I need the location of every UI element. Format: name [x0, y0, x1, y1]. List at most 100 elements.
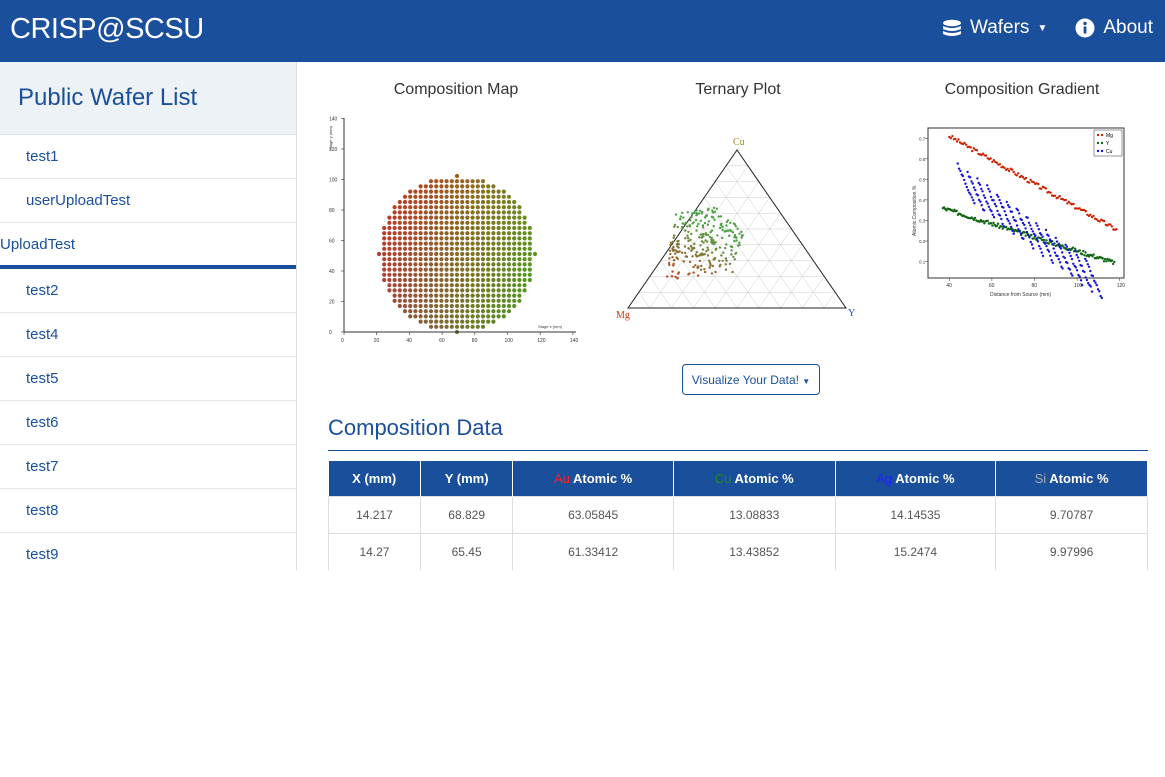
map-point	[454, 236, 460, 241]
cu-series-point	[1047, 250, 1051, 253]
header-cu[interactable]: Cu Atomic %	[673, 461, 836, 497]
cu-series-point	[986, 202, 989, 205]
sidebar-item-test7[interactable]: test7	[0, 445, 296, 489]
map-point	[423, 267, 428, 272]
map-point	[439, 314, 444, 319]
ternary-point	[724, 257, 728, 260]
ternary-point	[692, 271, 695, 274]
header-y[interactable]: Y (mm)	[420, 461, 514, 497]
about-link[interactable]: About	[1075, 17, 1153, 39]
sidebar-item-userUploadTest[interactable]: userUploadTest	[0, 179, 296, 223]
sidebar-item-UploadTest[interactable]: UploadTest	[0, 223, 296, 269]
ternary-point	[712, 225, 715, 228]
map-point	[501, 272, 506, 277]
cu-series-point	[1079, 279, 1083, 282]
sidebar-item-test4[interactable]: test4	[0, 313, 296, 357]
header-si[interactable]: Si Atomic %	[995, 461, 1148, 497]
ternary-point	[689, 219, 692, 222]
map-point	[428, 298, 434, 303]
map-point	[486, 267, 491, 272]
map-point	[491, 189, 496, 194]
map-point	[454, 194, 460, 199]
ternary-point	[702, 241, 705, 244]
map-point	[434, 241, 439, 246]
map-point	[480, 277, 486, 283]
visualize-data-button[interactable]: Visualize Your Data! ▼	[682, 364, 820, 395]
map-point	[408, 283, 413, 288]
map-point	[475, 231, 480, 236]
map-point	[423, 319, 428, 324]
ternary-point	[723, 230, 726, 233]
map-point	[423, 257, 428, 262]
cu-series-point	[1065, 245, 1069, 248]
map-point	[501, 215, 506, 220]
sidebar-item-test6[interactable]: test6	[0, 401, 296, 445]
map-point	[439, 220, 444, 225]
table-row[interactable]: 14.27 65.45 61.33412 13.43852 15.2474 9.…	[328, 533, 1148, 570]
map-point	[449, 262, 454, 267]
map-point	[465, 257, 470, 262]
ternary-point	[729, 221, 732, 225]
header-au[interactable]: Au Atomic %	[512, 461, 674, 497]
cu-series-point	[1026, 233, 1030, 237]
map-point	[460, 298, 465, 303]
map-point	[413, 277, 418, 283]
map-point	[517, 267, 522, 272]
map-point	[480, 283, 486, 288]
header-x[interactable]: X (mm)	[328, 461, 421, 497]
cu-series-point	[1006, 217, 1009, 221]
cu-series-point	[1067, 248, 1070, 252]
map-point	[496, 205, 501, 210]
y-series-point	[1083, 254, 1086, 257]
map-point	[527, 236, 532, 241]
map-point	[418, 241, 423, 246]
wafers-dropdown[interactable]: Wafers ▼	[942, 17, 1047, 39]
map-point	[480, 267, 486, 272]
ternary-point	[711, 209, 714, 212]
map-point	[486, 210, 491, 215]
cu-series-point	[983, 196, 987, 199]
map-point	[506, 262, 512, 267]
map-point	[486, 257, 491, 262]
brand-logo[interactable]: CRISP@SCSU	[10, 13, 204, 46]
map-point	[402, 303, 408, 309]
map-point	[501, 194, 506, 199]
sidebar-item-test8[interactable]: test8	[0, 489, 296, 533]
header-ag[interactable]: Ag Atomic %	[835, 461, 997, 497]
cu-series-point	[1063, 256, 1066, 260]
ternary-point	[733, 235, 736, 239]
cu-series-point	[983, 209, 986, 212]
composition-map-plot: 0 20 40 60 80 100 120 140 020406080100120140 St…	[328, 117, 578, 345]
map-point	[444, 293, 449, 298]
map-point	[480, 298, 486, 303]
table-row[interactable]: 14.217 68.829 63.05845 13.08833 14.14535…	[328, 496, 1148, 534]
map-point	[402, 246, 408, 251]
mg-series-point	[1115, 228, 1118, 231]
cu-series-point	[1029, 224, 1032, 227]
sidebar-item-test9[interactable]: test9	[0, 533, 296, 570]
map-point	[413, 257, 418, 262]
map-point	[418, 246, 423, 251]
map-point	[470, 179, 475, 184]
chevron-down-icon: ▼	[802, 376, 811, 386]
map-point	[460, 309, 465, 314]
map-point	[408, 220, 413, 225]
ternary-point	[706, 246, 709, 249]
cu-series-point	[1040, 251, 1043, 254]
map-point	[486, 220, 491, 225]
cu-series-point	[1084, 276, 1087, 279]
sidebar-item-test1[interactable]: test1	[0, 135, 296, 179]
map-point	[413, 241, 418, 246]
map-point	[392, 210, 397, 215]
map-point	[423, 309, 428, 314]
map-point	[465, 210, 470, 215]
sidebar-item-test2[interactable]: test2	[0, 269, 296, 313]
map-point	[512, 303, 517, 309]
sidebar-item-test5[interactable]: test5	[0, 357, 296, 401]
map-point	[501, 241, 506, 246]
map-point	[413, 303, 418, 309]
map-point	[491, 199, 496, 205]
table-cell: 68.829	[419, 496, 514, 534]
cu-series-point	[1050, 259, 1053, 262]
map-point	[408, 314, 413, 319]
